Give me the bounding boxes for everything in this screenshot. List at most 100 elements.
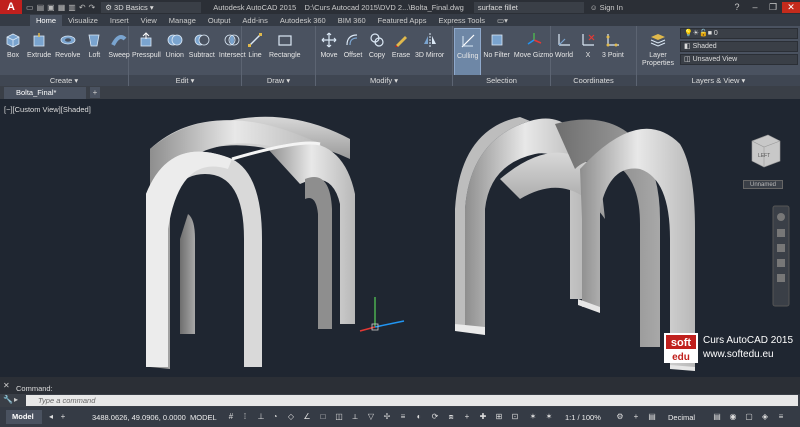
search-input[interactable]: surface fillet (473, 1, 584, 13)
layers-view-panel-title[interactable]: Layers & View ▾ (637, 75, 800, 86)
recent-commands-icon[interactable]: ▸ (14, 395, 18, 404)
product-name: Autodesk AutoCAD 2015 (213, 2, 297, 12)
named-view-dropdown[interactable]: ◫ Unsaved View (680, 54, 798, 65)
new-file-icon[interactable]: ▭ (26, 3, 34, 12)
dynamic-input-icon[interactable]: + (462, 411, 472, 422)
tab-insert[interactable]: Insert (104, 15, 135, 26)
performance-icon[interactable]: ◉ (728, 411, 738, 422)
modify-panel: Move Offset Copy Erase 3D Mirror Modify … (316, 26, 453, 86)
hardware-acceleration-icon[interactable]: ▤ (647, 411, 657, 422)
tab-manage[interactable]: Manage (163, 15, 202, 26)
modify-panel-title[interactable]: Modify ▾ (316, 75, 452, 86)
gizmo-status-icon[interactable]: ✢ (382, 411, 392, 422)
plot-icon[interactable]: ▥ (68, 3, 76, 12)
title-bar: A ▭ ▤ ▣ ▦ ▥ ↶ ↷ ⚙ 3D Basics ▾ Autodesk A… (0, 0, 800, 14)
isolate-objects-icon[interactable]: ▤ (712, 411, 722, 422)
tab-express-tools[interactable]: Express Tools (432, 15, 491, 26)
quick-properties-icon[interactable]: ⊡ (510, 411, 520, 422)
workspace-switch-icon[interactable]: ⚙ (615, 411, 625, 422)
tab-view[interactable]: View (135, 15, 163, 26)
create-panel-title[interactable]: Create ▾ (0, 75, 128, 86)
object-snap-icon[interactable]: □ (318, 411, 328, 422)
object-snap-tracking-icon[interactable]: ∠ (302, 411, 312, 422)
ribbon-toggle-icon[interactable]: ▭▾ (491, 15, 514, 26)
redo-icon[interactable]: ↷ (89, 3, 96, 12)
left-vault-model[interactable] (146, 116, 355, 369)
copy-icon (367, 30, 387, 50)
clean-screen-icon[interactable]: ▢ (744, 411, 754, 422)
workspace-selector[interactable]: ⚙ 3D Basics ▾ (101, 1, 202, 13)
tab-visualize[interactable]: Visualize (62, 15, 104, 26)
polar-icon[interactable]: ◔ (270, 411, 280, 422)
softedu-logo: soft edu (664, 333, 698, 365)
tab-autodesk-360[interactable]: Autodesk 360 (274, 15, 332, 26)
presspull-icon (136, 30, 156, 50)
tab-add-ins[interactable]: Add-ins (236, 15, 273, 26)
layer-dropdown[interactable]: 💡☀🔓■ 0 (680, 28, 798, 39)
status-menu-icon[interactable]: ≡ (776, 411, 786, 422)
sign-in-link[interactable]: ☺ Sign In (590, 3, 623, 12)
right-vault-model[interactable] (455, 117, 695, 371)
model-space-toggle[interactable]: MODEL (190, 413, 217, 422)
save-as-icon[interactable]: ▦ (58, 3, 66, 12)
isodraft-icon[interactable]: ◇ (286, 411, 296, 422)
annotation-visibility-icon[interactable]: ✶ (528, 411, 538, 422)
open-file-icon[interactable]: ▤ (37, 3, 45, 12)
customize-icon[interactable]: 🔧 (3, 395, 13, 404)
draw-panel-title[interactable]: Draw ▾ (242, 75, 315, 86)
new-tab-button[interactable]: + (90, 87, 100, 98)
status-bar: Model ◂ + 3488.0626, 49.0906, 0.0000 MOD… (0, 407, 800, 427)
application-menu-button[interactable]: A (0, 0, 22, 14)
tab-home[interactable]: Home (30, 15, 63, 26)
restore-button[interactable]: ❐ (764, 2, 782, 13)
annotation-monitor-icon[interactable]: ✚ (478, 411, 488, 422)
tab-bim-360[interactable]: BIM 360 (332, 15, 372, 26)
annotate-icon[interactable]: + (631, 411, 641, 422)
auto-scale-icon[interactable]: ✶ (544, 411, 554, 422)
selection-cycling-icon[interactable]: ⟳ (430, 411, 440, 422)
zoom-icon (777, 244, 785, 252)
ucs-menu[interactable]: Unnamed (743, 180, 783, 189)
ucs-icon (359, 297, 405, 332)
model-tab[interactable]: Model (6, 410, 42, 424)
layout1-tab[interactable]: ◂ (46, 411, 56, 422)
layer-properties-label: Layer Properties (642, 52, 674, 67)
close-button[interactable]: ✕ (782, 1, 800, 13)
tab-featured-apps[interactable]: Featured Apps (372, 15, 433, 26)
layout-add-icon[interactable]: + (58, 411, 68, 422)
erase-icon (391, 30, 411, 50)
selection-panel: Culling No Filter Move Gizmo Selection (453, 26, 553, 86)
grid-icon[interactable]: # (226, 411, 236, 422)
selection-filter-icon[interactable]: ▽ (366, 411, 376, 422)
filter-icon (487, 30, 507, 50)
tab-output[interactable]: Output (202, 15, 237, 26)
units-icon[interactable]: ⊞ (494, 411, 504, 422)
minimize-button[interactable]: – (746, 2, 764, 13)
dynamic-ucs-icon[interactable]: ⟂ (350, 411, 360, 422)
viewport-controls-label[interactable]: [−][Custom View][Shaded] (4, 105, 91, 114)
sign-in-label: Sign In (599, 2, 623, 12)
visual-style-dropdown[interactable]: ◧ Shaded (680, 41, 798, 52)
ortho-icon[interactable]: ⊥ (256, 411, 266, 422)
lineweight-icon[interactable]: ≡ (398, 411, 408, 422)
watermark-url: www.softedu.eu (703, 349, 774, 360)
viewcube[interactable]: LEFT (751, 134, 781, 168)
3d-object-snap-icon[interactable]: ◫ (334, 411, 344, 422)
document-tab-bolta-final[interactable]: Bolta_Final* (4, 87, 86, 99)
transparency-icon[interactable]: ◐ (414, 411, 424, 422)
snap-icon[interactable]: ⁞ (240, 411, 250, 422)
units-readout[interactable]: Decimal (668, 413, 695, 422)
svg-text:LEFT: LEFT (758, 153, 770, 159)
help-icon[interactable]: ? (728, 2, 746, 13)
command-input[interactable]: Type a command (26, 395, 798, 406)
close-command-icon[interactable]: ✕ (3, 381, 10, 390)
window-title: Autodesk AutoCAD 2015 D:\Curs Autocad 20… (213, 3, 464, 12)
save-icon[interactable]: ▣ (47, 3, 55, 12)
3d-osnap-icon[interactable]: ⧈ (446, 411, 456, 422)
annotation-scale[interactable]: 1:1 / 100% (565, 413, 601, 422)
navigation-bar[interactable] (772, 205, 790, 307)
coordinates-readout: 3488.0626, 49.0906, 0.0000 (92, 413, 186, 422)
edit-panel-title[interactable]: Edit ▾ (129, 75, 241, 86)
undo-icon[interactable]: ↶ (79, 3, 86, 12)
customization-icon[interactable]: ◈ (760, 411, 770, 422)
